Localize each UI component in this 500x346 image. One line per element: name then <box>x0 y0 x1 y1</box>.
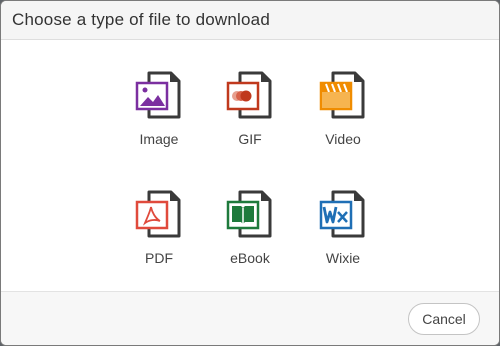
option-label: Video <box>325 131 361 147</box>
image-file-icon <box>135 71 181 119</box>
option-wixie[interactable]: Wixie <box>303 190 383 290</box>
option-label: PDF <box>145 250 173 266</box>
option-gif[interactable]: GIF <box>210 71 290 171</box>
download-dialog: Choose a type of file to download Image … <box>0 0 500 346</box>
option-label: GIF <box>238 131 262 147</box>
option-ebook[interactable]: eBook <box>210 190 290 290</box>
video-file-icon <box>319 71 365 119</box>
pdf-file-icon <box>135 190 181 238</box>
dialog-header: Choose a type of file to download <box>1 1 499 40</box>
gif-file-icon <box>226 71 272 119</box>
wixie-file-icon <box>319 190 365 238</box>
option-pdf[interactable]: PDF <box>119 190 199 290</box>
option-image[interactable]: Image <box>119 71 199 171</box>
cancel-button[interactable]: Cancel <box>408 303 480 335</box>
option-label: Image <box>139 131 179 147</box>
option-label: eBook <box>230 250 270 266</box>
ebook-file-icon <box>226 190 272 238</box>
dialog-title: Choose a type of file to download <box>12 10 270 29</box>
option-label: Wixie <box>325 250 361 266</box>
option-video[interactable]: Video <box>303 71 383 171</box>
